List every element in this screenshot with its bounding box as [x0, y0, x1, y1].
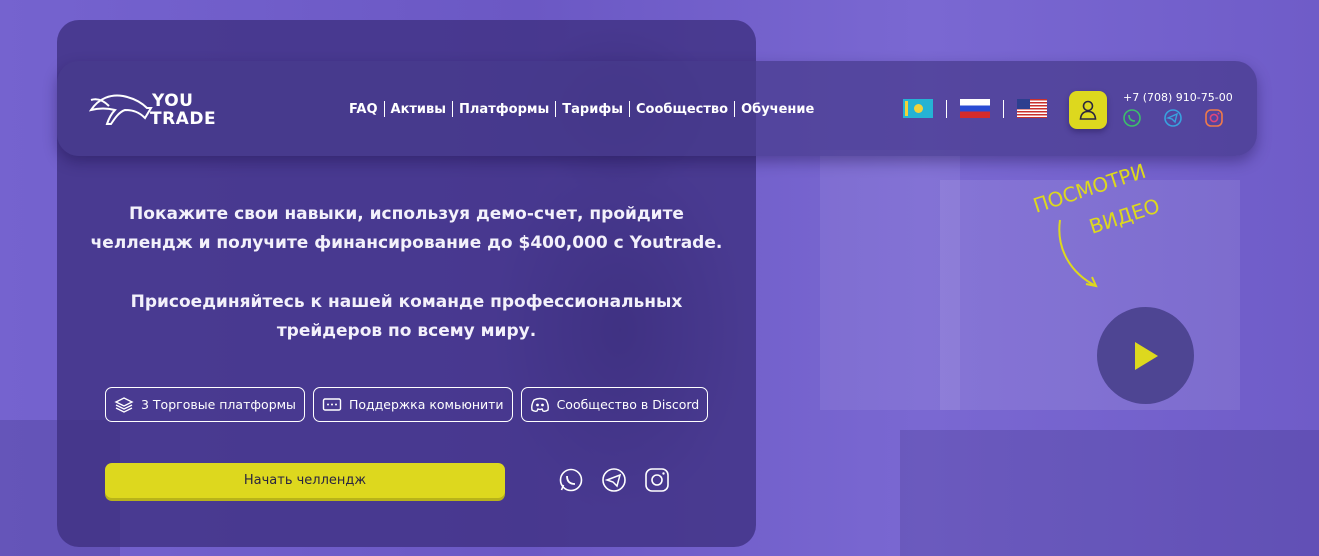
logo-line-trade: TRADE	[150, 109, 217, 129]
telegram-icon[interactable]	[601, 467, 627, 493]
flag-divider	[1003, 99, 1004, 118]
nav-item-assets[interactable]: Активы	[385, 102, 453, 117]
headline-line-1: Покажите свои навыки, используя демо-сче…	[129, 204, 684, 224]
nav-item-community[interactable]: Сообщество	[630, 102, 734, 117]
instagram-icon[interactable]	[644, 467, 670, 493]
layers-icon	[114, 396, 134, 413]
feature-label: Сообщество в Discord	[556, 397, 700, 412]
feature-label: 3 Торговые платформы	[141, 397, 296, 412]
play-icon	[1134, 341, 1158, 370]
discord-icon	[530, 397, 549, 412]
subheadline-line-2: трейдеров по всему миру.	[276, 321, 537, 341]
user-icon	[1079, 100, 1097, 120]
header-social-links	[1122, 108, 1224, 128]
watch-video-prompt: ПОСМОТРИ ВИДЕО	[1030, 159, 1163, 288]
phone-number[interactable]: +7 (708) 910-75-00	[1123, 91, 1233, 104]
start-challenge-button[interactable]: Начать челлендж	[105, 463, 505, 498]
nav-item-faq[interactable]: FAQ	[349, 102, 384, 117]
feature-chips: 3 Торговые платформы Поддержка комьюнити…	[105, 387, 709, 422]
flag-divider	[946, 99, 947, 118]
hero-subheadline: Присоединяйтесь к нашей команде професси…	[57, 288, 756, 346]
ru-flag-icon[interactable]	[960, 99, 990, 118]
whatsapp-icon[interactable]	[1122, 108, 1142, 128]
feature-chip-discord[interactable]: Сообщество в Discord	[520, 387, 709, 422]
instagram-icon[interactable]	[1204, 108, 1224, 128]
feature-chip-support[interactable]: Поддержка комьюнити	[312, 387, 513, 422]
watch-video-line-2: ВИДЕО	[1086, 193, 1163, 238]
nav-item-education[interactable]: Обучение	[735, 102, 820, 117]
us-flag-icon[interactable]	[1017, 99, 1047, 118]
language-switcher	[903, 99, 1047, 118]
nav-item-platforms[interactable]: Платформы	[453, 102, 555, 117]
play-video-button[interactable]	[1097, 307, 1194, 404]
chat-icon	[322, 397, 342, 411]
nav-item-pricing[interactable]: Тарифы	[556, 102, 629, 117]
headline-line-2: челлендж и получите финансирование до $4…	[90, 233, 723, 253]
account-button[interactable]	[1069, 91, 1107, 129]
subheadline-line-1: Присоединяйтесь к нашей команде професси…	[130, 292, 683, 312]
hero-headline: Покажите свои навыки, используя демо-сче…	[57, 200, 756, 258]
feature-label: Поддержка комьюнити	[348, 397, 504, 412]
feature-chip-platforms[interactable]: 3 Торговые платформы	[105, 387, 305, 422]
whatsapp-icon[interactable]	[558, 467, 584, 493]
main-nav: FAQ Активы Платформы Тарифы Сообщество О…	[349, 100, 820, 118]
brand-logo[interactable]: YOU TRADE	[150, 91, 217, 129]
kz-flag-icon[interactable]	[903, 99, 933, 118]
hero-social-links	[558, 467, 670, 493]
telegram-icon[interactable]	[1163, 108, 1183, 128]
logo-line-you: YOU	[152, 91, 194, 111]
